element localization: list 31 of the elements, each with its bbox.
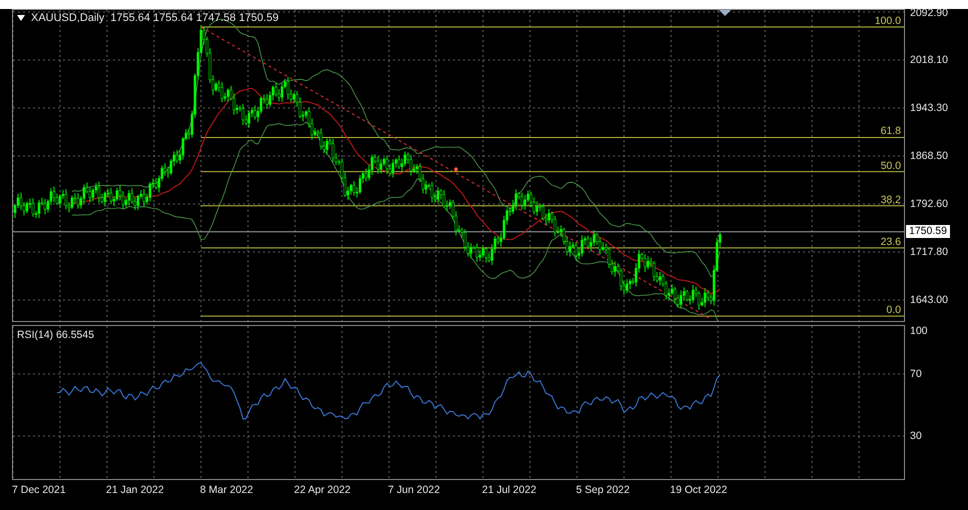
symbol-label: XAUUSD,Daily	[31, 12, 104, 24]
triangle-marker-icon	[719, 10, 731, 16]
current-price-label: 1750.59	[906, 224, 950, 238]
ohlc-values: 1755.64 1755.64 1747.58 1750.59	[110, 12, 279, 24]
fibonacci-level-label: 0.0	[886, 304, 901, 316]
fibonacci-level-label: 100.0	[874, 15, 901, 28]
rsi-axis-label: 30	[910, 430, 922, 442]
price-axis-label: 1643.00	[910, 294, 948, 306]
price-axis-label: 1868.50	[910, 150, 948, 162]
date-label: 21 Jul 2022	[482, 484, 536, 496]
dropdown-triangle-icon[interactable]	[17, 15, 25, 21]
price-axis-label: 1943.30	[910, 102, 948, 114]
fibonacci-level-label: 23.6	[880, 236, 901, 248]
anchor-point-icon	[454, 167, 458, 171]
date-label: 22 Apr 2022	[294, 484, 351, 496]
date-label: 5 Sep 2022	[576, 484, 630, 496]
rsi-axis-label: 70	[910, 368, 922, 380]
price-axis-label: 1717.80	[910, 246, 948, 258]
price-axis-label: 2092.90	[910, 7, 948, 19]
date-label: 21 Jan 2022	[106, 484, 164, 496]
price-axis-label: 2018.10	[910, 54, 948, 66]
fibonacci-level-label: 38.2	[880, 194, 901, 206]
date-label: 7 Jun 2022	[388, 484, 440, 496]
date-label: 19 Oct 2022	[670, 484, 728, 496]
date-label: 7 Dec 2021	[12, 484, 66, 496]
date-label: 8 Mar 2022	[200, 484, 254, 496]
rsi-title: RSI(14) 66.5545	[17, 329, 94, 341]
fibonacci-level-label: 61.8	[880, 125, 901, 138]
rsi-axis-label: 100	[910, 325, 928, 337]
price-axis-label: 1792.60	[910, 198, 948, 210]
fibonacci-level-label: 50.0	[880, 160, 901, 172]
